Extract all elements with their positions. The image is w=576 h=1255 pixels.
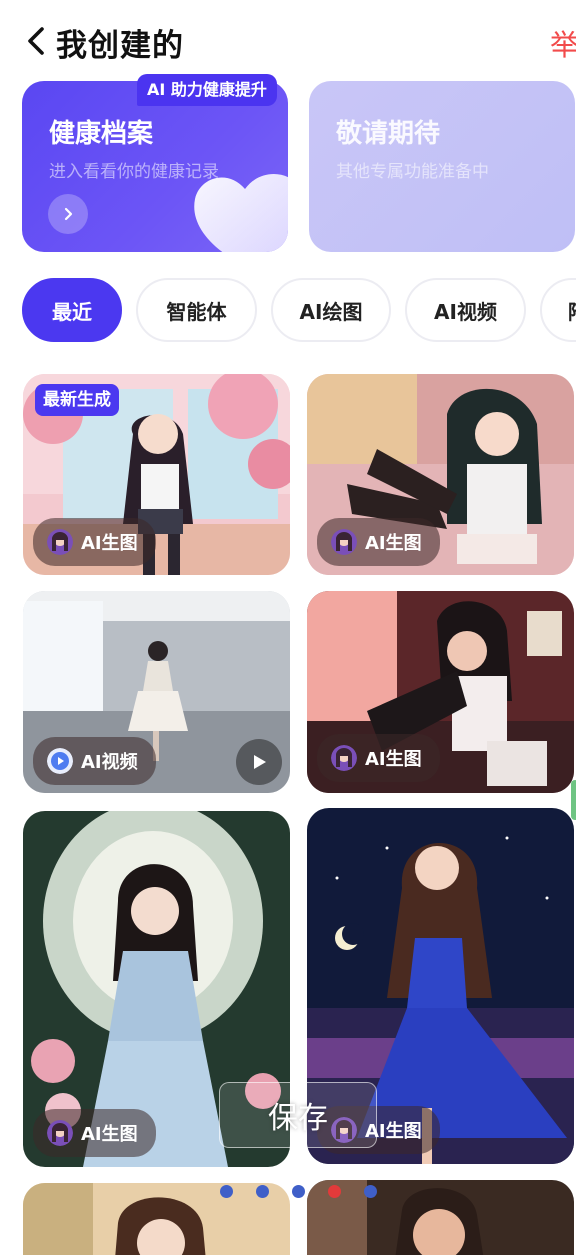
header: 我创建的 举	[0, 0, 576, 80]
dot	[292, 1185, 305, 1198]
creation-card[interactable]: AI生图	[307, 374, 574, 575]
type-chip: AI生图	[317, 518, 440, 566]
creation-card[interactable]: 最新生成 AI生图	[23, 374, 290, 575]
my-creations-page: 我创建的 举 AI 助力健康提升 健康档案 进入看看你的健康记录 敬请期待 其他…	[0, 0, 576, 1255]
tab-ai-drawing[interactable]: AI绘图	[271, 278, 391, 342]
video-icon	[47, 748, 73, 774]
soon-card-subtitle: 其他专属功能准备中	[336, 162, 489, 182]
filter-tabs: 最近 智能体 AI绘图 AI视频 陪	[0, 278, 576, 342]
type-label: AI生图	[365, 749, 422, 770]
dot	[256, 1185, 269, 1198]
avatar	[47, 1120, 73, 1146]
tab-companion[interactable]: 陪	[540, 278, 576, 342]
page-title: 我创建的	[56, 28, 184, 64]
avatar	[331, 529, 357, 555]
chevron-right-icon	[64, 207, 73, 221]
creation-card[interactable]	[23, 1183, 290, 1255]
type-label: AI生图	[81, 533, 138, 554]
type-chip: AI生图	[33, 518, 156, 566]
avatar	[331, 745, 357, 771]
report-button[interactable]: 举	[550, 22, 576, 64]
type-label: AI生图	[365, 533, 422, 554]
type-label: AI视频	[81, 752, 138, 773]
creation-card[interactable]	[307, 1180, 574, 1255]
coming-soon-card[interactable]: 敬请期待 其他专属功能准备中	[309, 81, 575, 252]
type-chip: AI生图	[33, 1109, 156, 1157]
health-card-title: 健康档案	[49, 119, 154, 149]
generated-image	[307, 1180, 574, 1255]
type-label: AI生图	[81, 1124, 138, 1145]
health-card-arrow-button[interactable]	[48, 194, 88, 234]
type-chip: AI视频	[33, 737, 156, 785]
tab-recent[interactable]: 最近	[22, 278, 122, 342]
creation-card[interactable]: AI视频	[23, 591, 290, 793]
back-button[interactable]	[20, 24, 54, 58]
generated-image	[23, 1183, 290, 1255]
ai-health-badge: AI 助力健康提升	[137, 74, 277, 106]
heart-icon	[194, 174, 288, 252]
chevron-left-icon	[28, 27, 44, 55]
soon-card-title: 敬请期待	[336, 119, 441, 149]
tab-ai-video[interactable]: AI视频	[405, 278, 526, 342]
type-chip: AI生图	[317, 734, 440, 782]
play-button[interactable]	[236, 739, 282, 785]
save-button[interactable]: 保存	[219, 1082, 377, 1148]
avatar	[47, 529, 73, 555]
dot	[364, 1185, 377, 1198]
dot	[328, 1185, 341, 1198]
tab-agents[interactable]: 智能体	[136, 278, 257, 342]
dot	[220, 1185, 233, 1198]
health-record-card[interactable]: 健康档案 进入看看你的健康记录	[22, 81, 288, 252]
floating-edge-handle[interactable]	[571, 780, 576, 820]
new-badge: 最新生成	[35, 384, 119, 416]
play-icon	[254, 755, 266, 769]
creation-card[interactable]: AI生图	[307, 591, 574, 793]
